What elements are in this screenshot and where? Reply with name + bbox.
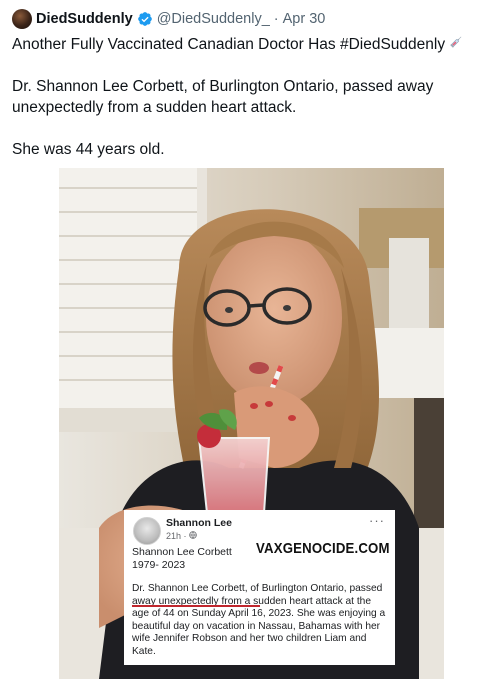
embedded-post-subject: Shannon Lee Corbett bbox=[132, 546, 232, 558]
tweet-date[interactable]: Apr 30 bbox=[283, 11, 326, 27]
author-avatar[interactable] bbox=[12, 9, 32, 29]
verified-badge-icon[interactable] bbox=[137, 11, 153, 27]
red-underline bbox=[132, 605, 260, 607]
tweet-text-line1: Another Fully Vaccinated Canadian Doctor… bbox=[12, 34, 480, 55]
separator-dot: · bbox=[273, 11, 279, 27]
tweet-text-line1-text: Another Fully Vaccinated Canadian Doctor… bbox=[12, 36, 446, 53]
author-name[interactable]: DiedSuddenly bbox=[36, 11, 133, 27]
tweet-header: DiedSuddenly @DiedSuddenly_ · Apr 30 bbox=[12, 9, 325, 29]
tweet-text: Another Fully Vaccinated Canadian Doctor… bbox=[12, 34, 480, 160]
embedded-post-body-text: Dr. Shannon Lee Corbett, of Burlington O… bbox=[132, 583, 386, 657]
embedded-post-name: Shannon Lee bbox=[166, 517, 232, 529]
author-handle[interactable]: @DiedSuddenly_ bbox=[157, 11, 270, 27]
watermark-text: VAXGENOCIDE.COM bbox=[256, 540, 390, 557]
embedded-post-body: Dr. Shannon Lee Corbett, of Burlington O… bbox=[132, 583, 390, 658]
embedded-post-time-text: 21h · bbox=[166, 531, 190, 541]
embedded-post-more-icon: ··· bbox=[369, 513, 385, 528]
tweet-text-paragraph2: Dr. Shannon Lee Corbett, of Burlington O… bbox=[12, 78, 434, 117]
globe-icon bbox=[189, 531, 197, 541]
embedded-post-years: 1979- 2023 bbox=[132, 559, 186, 571]
syringe-icon bbox=[449, 34, 464, 55]
embedded-post-card: Shannon Lee 21h · ··· Shannon Lee Corbet… bbox=[124, 510, 395, 665]
embedded-post-time: 21h · bbox=[166, 531, 197, 541]
embedded-post-avatar bbox=[133, 517, 161, 545]
tweet-text-paragraph3: She was 44 years old. bbox=[12, 141, 165, 159]
